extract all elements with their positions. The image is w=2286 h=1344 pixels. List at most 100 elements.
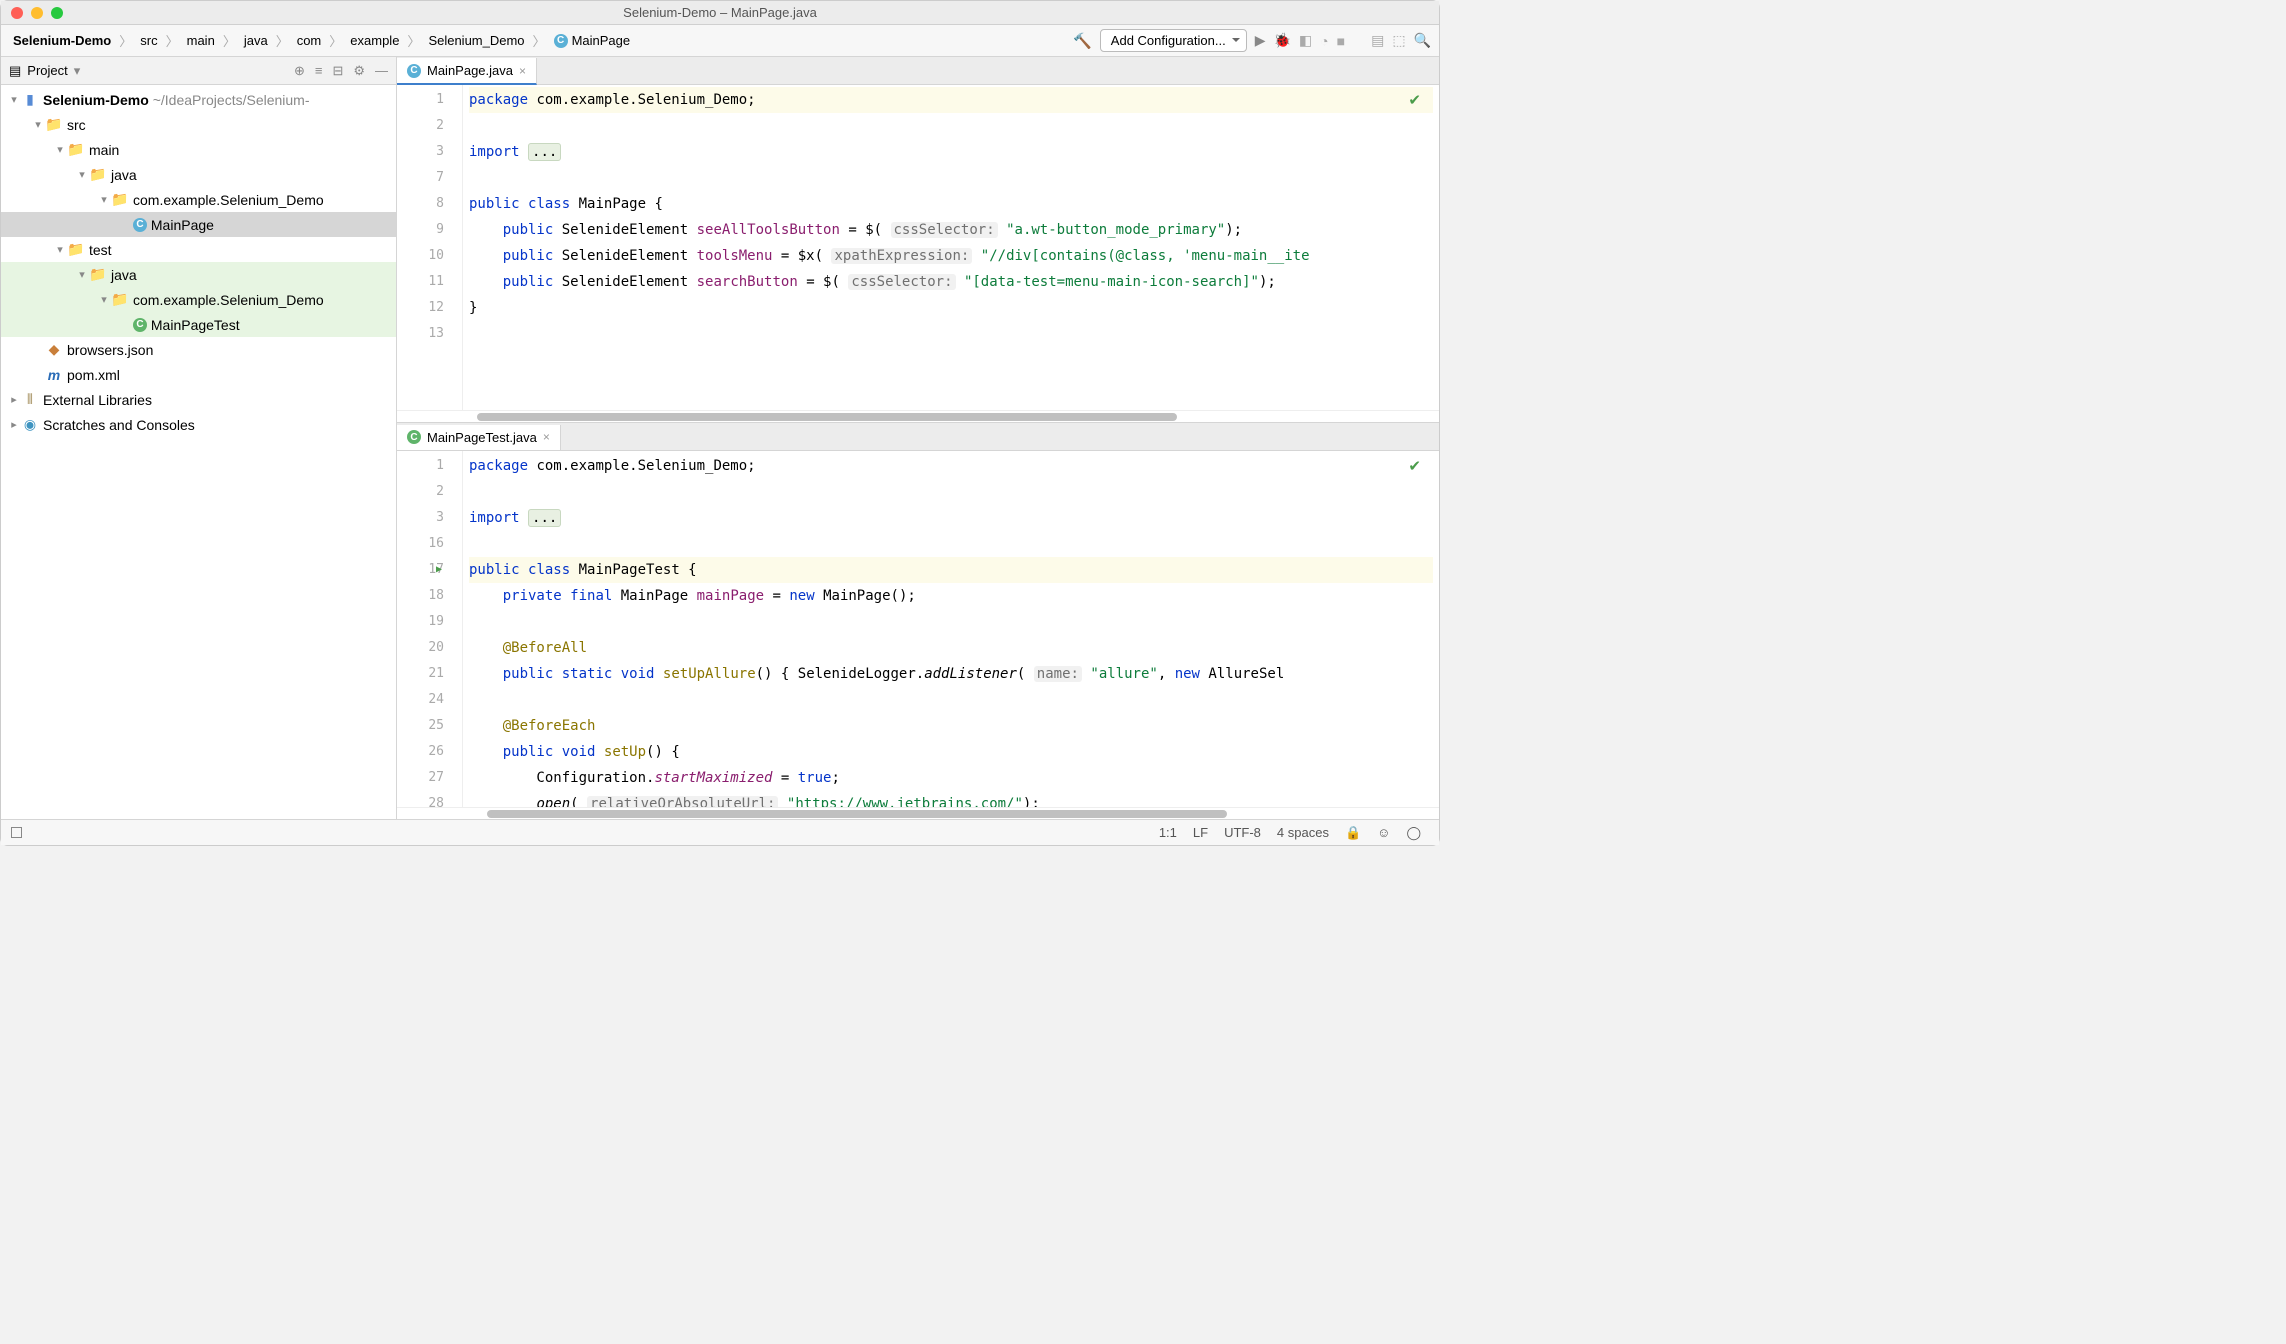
status-bar: 1:1 LF UTF-8 4 spaces 🔒 ☺ ◯ [1, 819, 1439, 845]
editor-area: C MainPage.java × ✔ 12378910111213 packa… [397, 57, 1439, 819]
json-icon: ◆ [45, 341, 63, 358]
folder-icon: 📁 [45, 116, 63, 133]
tree-root[interactable]: ▾ ▮ Selenium-Demo ~/IdeaProjects/Seleniu… [1, 87, 396, 112]
close-icon[interactable]: × [519, 64, 526, 78]
tree-folder-main[interactable]: ▾ 📁 main [1, 137, 396, 162]
tree-class-mainpage[interactable]: C MainPage [1, 212, 396, 237]
chevron-down-icon[interactable]: ▾ [75, 268, 89, 281]
scrollbar-thumb[interactable] [487, 810, 1227, 818]
breadcrumb-item[interactable]: com [293, 31, 326, 50]
tree-scratches[interactable]: ▸ ◉ Scratches and Consoles [1, 412, 396, 437]
encoding[interactable]: UTF-8 [1224, 825, 1261, 840]
editor-tab[interactable]: C MainPageTest.java × [397, 425, 561, 450]
class-icon: C [407, 64, 421, 78]
tree-file-pom[interactable]: m pom.xml [1, 362, 396, 387]
build-icon[interactable]: 🔨 [1073, 32, 1092, 50]
window-title: Selenium-Demo – MainPage.java [11, 5, 1429, 20]
chevron-down-icon[interactable]: ▾ [7, 93, 21, 106]
code[interactable]: package com.example.Selenium_Demo; impor… [463, 451, 1439, 807]
tree-folder-src[interactable]: ▾ 📁 src [1, 112, 396, 137]
check-icon[interactable]: ✔ [1408, 457, 1421, 475]
folder-icon: 📁 [89, 166, 107, 183]
editor-tabs: C MainPageTest.java × [397, 423, 1439, 451]
chevron-down-icon[interactable]: ▾ [75, 168, 89, 181]
breadcrumb-item[interactable]: src [136, 31, 161, 50]
git-icon[interactable]: ▤ [1371, 32, 1384, 49]
tree-folder-java-test[interactable]: ▾ 📁 java [1, 262, 396, 287]
close-icon[interactable] [11, 7, 23, 19]
inspection-icon[interactable]: ☺ [1377, 825, 1390, 840]
collapse-icon[interactable]: ⊟ [332, 63, 343, 79]
project-view-icon[interactable]: ▤ [9, 63, 21, 79]
hide-icon[interactable]: — [375, 63, 388, 78]
debug-icon[interactable]: 🐞 [1273, 32, 1290, 49]
chevron-down-icon[interactable]: ▾ [74, 63, 81, 79]
tree-folder-java[interactable]: ▾ 📁 java [1, 162, 396, 187]
class-icon: C [133, 218, 147, 232]
update-icon[interactable]: ⬚ [1392, 32, 1405, 49]
tree-class-mainpagetest[interactable]: C MainPageTest [1, 312, 396, 337]
profile-icon[interactable]: ◔ [1320, 33, 1328, 49]
chevron-down-icon[interactable]: ▾ [97, 193, 111, 206]
chevron-right-icon: 〉 [223, 31, 236, 50]
breadcrumb-item[interactable]: java [240, 31, 272, 50]
scratch-icon: ◉ [21, 416, 39, 433]
chevron-down-icon[interactable]: ▾ [53, 143, 67, 156]
chevron-down-icon[interactable]: ▾ [97, 293, 111, 306]
indent[interactable]: 4 spaces [1277, 825, 1329, 840]
horizontal-scrollbar[interactable] [397, 807, 1439, 819]
chevron-down-icon[interactable]: ▾ [53, 243, 67, 256]
run-gutter-icon[interactable]: ▶ [436, 557, 442, 583]
tree-folder-test[interactable]: ▾ 📁 test [1, 237, 396, 262]
breadcrumb-item[interactable]: CMainPage [550, 31, 635, 50]
package-icon: 📁 [111, 291, 129, 308]
coverage-icon[interactable]: ◧ [1299, 32, 1312, 49]
chevron-right-icon: 〉 [276, 31, 289, 50]
run-icon[interactable]: ▶ [1255, 32, 1266, 49]
minimize-icon[interactable] [31, 7, 43, 19]
search-icon[interactable]: 🔍 [1414, 32, 1431, 49]
breadcrumb-item[interactable]: example [346, 31, 403, 50]
project-title[interactable]: Project [27, 63, 67, 78]
editor-pane-bottom: C MainPageTest.java × ✔ 1231617▶18192021… [397, 423, 1439, 819]
expand-icon[interactable]: ≡ [315, 63, 323, 78]
path-label: ~/IdeaProjects/Selenium- [153, 92, 310, 108]
target-icon[interactable]: ⊕ [294, 63, 305, 79]
editor-body[interactable]: ✔ 1231617▶18192021242526272829 package c… [397, 451, 1439, 807]
close-icon[interactable]: × [543, 430, 550, 444]
horizontal-scrollbar[interactable] [397, 410, 1439, 422]
run-config-dropdown[interactable]: Add Configuration... [1100, 29, 1247, 52]
tool-window-icon[interactable] [11, 827, 22, 838]
tree-package-test[interactable]: ▾ 📁 com.example.Selenium_Demo [1, 287, 396, 312]
breadcrumb-item[interactable]: Selenium_Demo [424, 31, 528, 50]
tab-label: MainPage.java [427, 63, 513, 78]
notification-icon[interactable]: ◯ [1406, 825, 1421, 841]
breadcrumb-item[interactable]: Selenium-Demo [9, 31, 115, 50]
tree-package[interactable]: ▾ 📁 com.example.Selenium_Demo [1, 187, 396, 212]
code[interactable]: package com.example.Selenium_Demo; impor… [463, 85, 1439, 410]
maximize-icon[interactable] [51, 7, 63, 19]
breadcrumb-item[interactable]: main [183, 31, 219, 50]
tree-external-libraries[interactable]: ▸ ⫴ External Libraries [1, 387, 396, 412]
editor-body[interactable]: ✔ 12378910111213 package com.example.Sel… [397, 85, 1439, 410]
toolbar: Selenium-Demo 〉 src 〉 main 〉 java 〉 com … [1, 25, 1439, 57]
chevron-right-icon[interactable]: ▸ [7, 393, 21, 406]
class-icon: C [407, 430, 421, 444]
lock-icon[interactable]: 🔒 [1345, 825, 1361, 841]
titlebar: Selenium-Demo – MainPage.java [1, 1, 1439, 25]
scrollbar-thumb[interactable] [477, 413, 1177, 421]
check-icon[interactable]: ✔ [1408, 91, 1421, 109]
tree-file-browsers[interactable]: ◆ browsers.json [1, 337, 396, 362]
chevron-right-icon: 〉 [166, 31, 179, 50]
chevron-right-icon[interactable]: ▸ [7, 418, 21, 431]
editor-tab[interactable]: C MainPage.java × [397, 58, 537, 85]
toolbar-actions: 🔨 Add Configuration... ▶ 🐞 ◧ ◔ ■ ▤ ⬚ 🔍 [1073, 29, 1431, 52]
chevron-down-icon[interactable]: ▾ [31, 118, 45, 131]
maven-icon: m [45, 367, 63, 383]
stop-icon[interactable]: ■ [1337, 33, 1345, 49]
cursor-position[interactable]: 1:1 [1159, 825, 1177, 840]
project-tree: ▾ ▮ Selenium-Demo ~/IdeaProjects/Seleniu… [1, 85, 396, 819]
gear-icon[interactable]: ⚙ [353, 63, 365, 79]
line-ending[interactable]: LF [1193, 825, 1208, 840]
library-icon: ⫴ [21, 391, 39, 408]
